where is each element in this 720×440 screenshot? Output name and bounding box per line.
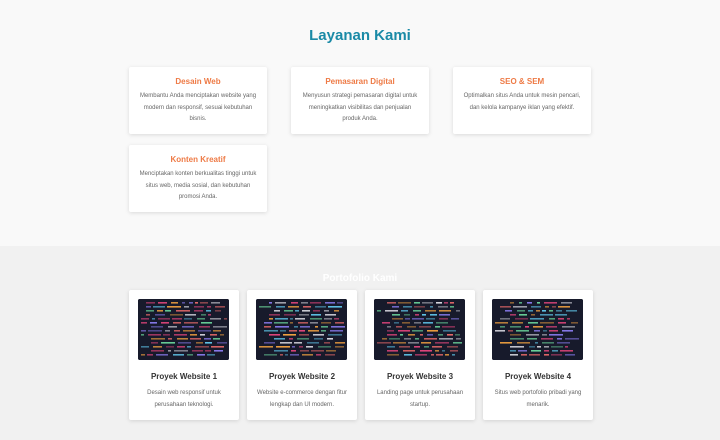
portfolio-card-2[interactable]: Proyek Website 2 Website e-commerce deng… [247,290,357,420]
service-card-description: Membantu Anda menciptakan website yang m… [139,93,257,122]
portfolio-card-title: Proyek Website 4 [504,372,572,381]
services-title: Layanan Kami [309,27,411,44]
portfolio-card-1[interactable]: Proyek Website 1 Desain web responsif un… [129,290,239,420]
portfolio-card-description: Landing page untuk perusahaan startup. [376,390,464,408]
code-screen-image [492,299,583,360]
service-card-title: SEO & SEM [499,77,545,86]
code-screen-image [138,299,229,360]
portfolio-card-description: Desain web responsif untuk perusahaan te… [147,390,221,408]
service-card-title: Konten Kreatif [170,155,226,164]
service-card-description: Optimalkan situs Anda untuk mesin pencar… [463,93,581,111]
service-card-pemasaran-digital: Pemasaran Digital Menyusun strategi pema… [291,67,429,134]
service-card-konten-kreatif: Konten Kreatif Menciptakan konten berkua… [129,145,267,212]
service-card-description: Menyusun strategi pemasaran digital untu… [302,93,418,122]
portfolio-card-title: Proyek Website 1 [150,372,218,381]
service-card-description: Menciptakan konten berkualitas tinggi un… [139,171,257,200]
portfolio-card-title: Proyek Website 2 [268,372,336,381]
code-screen-image [256,299,347,360]
portfolio-card-title: Proyek Website 3 [386,372,454,381]
portfolio-title: Portofolio Kami [322,273,398,284]
service-card-title: Desain Web [175,77,221,86]
portfolio-card-3[interactable]: Proyek Website 3 Landing page untuk peru… [365,290,475,420]
service-card-title: Pemasaran Digital [325,77,395,86]
service-card-desain-web: Desain Web Membantu Anda menciptakan web… [129,67,267,134]
portfolio-section: Portofolio Kami Proyek Website 1 Desain … [0,246,720,440]
portfolio-card-4[interactable]: Proyek Website 4 Situs web portofolio pr… [483,290,593,420]
code-screen-image [374,299,465,360]
services-section: Layanan Kami Desain Web Membantu Anda me… [0,0,720,246]
portfolio-card-description: Situs web portofolio pribadi yang menari… [494,390,582,408]
service-card-seo-sem: SEO & SEM Optimalkan situs Anda untuk me… [453,67,591,134]
portfolio-card-description: Website e-commerce dengan fitur lengkap … [257,390,347,408]
